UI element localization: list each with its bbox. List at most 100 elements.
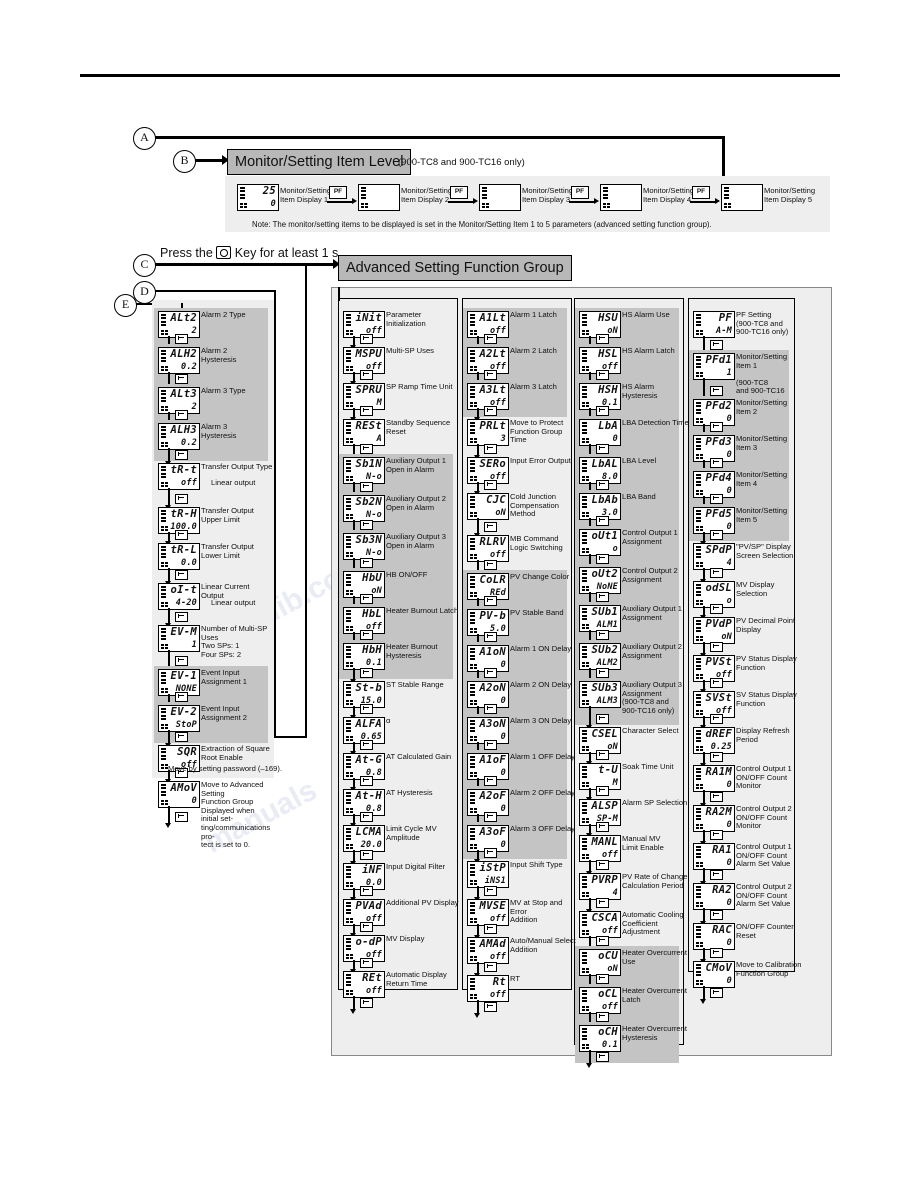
mode-key-icon[interactable] [596, 370, 609, 380]
mode-key-icon[interactable] [710, 642, 723, 652]
mode-key-icon[interactable] [710, 458, 723, 468]
mode-key-icon[interactable] [175, 374, 188, 384]
mode-key-icon[interactable] [484, 848, 497, 858]
mode-key-icon[interactable] [175, 334, 188, 344]
mode-key-icon[interactable] [484, 740, 497, 750]
mode-key-icon[interactable] [710, 792, 723, 802]
mode-key-icon[interactable] [710, 752, 723, 762]
mode-key-icon[interactable] [596, 898, 609, 908]
mode-key-icon[interactable] [360, 776, 373, 786]
mode-key-icon[interactable] [360, 594, 373, 604]
pf-key-button[interactable]: PF [692, 186, 710, 199]
mode-key-icon[interactable] [175, 612, 188, 622]
mode-key-icon[interactable] [360, 444, 373, 454]
mode-key-icon[interactable] [484, 812, 497, 822]
mode-key-icon[interactable] [484, 522, 497, 532]
flow-arrow [350, 706, 356, 720]
mode-key-icon[interactable] [596, 334, 609, 344]
mode-key-icon[interactable] [360, 740, 373, 750]
mode-key-icon[interactable] [360, 998, 373, 1008]
mode-key-icon[interactable] [710, 948, 723, 958]
pf-key-button[interactable]: PF [571, 186, 589, 199]
mode-key-icon[interactable] [596, 630, 609, 640]
mode-key-icon[interactable] [710, 910, 723, 920]
mode-key-icon[interactable] [175, 410, 188, 420]
mode-key-icon[interactable] [360, 922, 373, 932]
mode-key-icon[interactable] [596, 554, 609, 564]
mode-key-icon[interactable] [710, 422, 723, 432]
mode-key-icon[interactable] [175, 530, 188, 540]
mode-key-icon[interactable] [360, 886, 373, 896]
mode-key-icon[interactable] [484, 560, 497, 570]
mode-key-icon[interactable] [710, 678, 723, 688]
mode-key-icon[interactable] [710, 386, 723, 396]
mode-key-icon[interactable] [360, 704, 373, 714]
mode-key-icon[interactable] [484, 444, 497, 454]
mode-key-icon[interactable] [175, 656, 188, 666]
pf-key-button[interactable]: PF [450, 186, 468, 199]
mode-key-icon[interactable] [360, 520, 373, 530]
mode-key-icon[interactable] [596, 516, 609, 526]
mode-key-icon[interactable] [484, 1002, 497, 1012]
mode-key-icon[interactable] [360, 370, 373, 380]
mode-key-icon[interactable] [710, 568, 723, 578]
parameter-value: 0 [726, 897, 732, 908]
mode-key-icon[interactable] [175, 732, 188, 742]
mode-key-icon[interactable] [710, 494, 723, 504]
mode-key-icon[interactable] [360, 630, 373, 640]
mode-key-icon[interactable] [175, 692, 188, 702]
mode-key-icon[interactable] [596, 936, 609, 946]
mode-key-icon[interactable] [596, 786, 609, 796]
mode-key-icon[interactable] [596, 592, 609, 602]
mode-key-icon[interactable] [710, 530, 723, 540]
mode-key-icon[interactable] [484, 962, 497, 972]
mode-key-icon[interactable] [360, 558, 373, 568]
pf-key-button[interactable]: PF [329, 186, 347, 199]
mode-key-icon[interactable] [484, 776, 497, 786]
mode-key-icon[interactable] [484, 480, 497, 490]
mode-key-icon[interactable] [596, 1012, 609, 1022]
mode-key-icon[interactable] [596, 974, 609, 984]
mode-key-icon[interactable] [484, 668, 497, 678]
mode-key-icon[interactable] [710, 988, 723, 998]
mode-key-icon[interactable] [484, 370, 497, 380]
mode-key-icon[interactable] [484, 406, 497, 416]
mode-key-icon[interactable] [596, 750, 609, 760]
mode-key-icon[interactable] [484, 596, 497, 606]
mode-key-icon[interactable] [360, 850, 373, 860]
mode-key-icon[interactable] [484, 632, 497, 642]
mode-key-icon[interactable] [360, 334, 373, 344]
parameter-code: CSCA [591, 912, 618, 924]
mode-key-icon[interactable] [710, 714, 723, 724]
status-led-block [345, 700, 355, 706]
mode-key-icon[interactable] [596, 1052, 609, 1062]
mode-key-icon[interactable] [710, 870, 723, 880]
mode-key-icon[interactable] [596, 822, 609, 832]
mode-key-icon[interactable] [175, 494, 188, 504]
mode-key-icon[interactable] [175, 812, 188, 822]
mode-key-icon[interactable] [596, 444, 609, 454]
marker-a: A [133, 127, 156, 150]
parameter-code: AMoV [170, 782, 197, 794]
mode-key-icon[interactable] [710, 604, 723, 614]
mode-key-icon[interactable] [360, 482, 373, 492]
parameter-label: Alarm 3 Latch [510, 382, 557, 391]
mode-key-icon[interactable] [360, 958, 373, 968]
mode-key-icon[interactable] [596, 668, 609, 678]
mode-key-icon[interactable] [175, 450, 188, 460]
mode-key-icon[interactable] [710, 340, 723, 350]
mode-key-icon[interactable] [360, 406, 373, 416]
mode-key-icon[interactable] [596, 406, 609, 416]
mode-key-icon[interactable] [710, 830, 723, 840]
mode-key-icon[interactable] [484, 924, 497, 934]
mode-key-icon[interactable] [484, 886, 497, 896]
mode-key-icon[interactable] [484, 704, 497, 714]
mode-key-icon[interactable] [596, 480, 609, 490]
mode-key-icon[interactable] [596, 714, 609, 724]
mode-key-icon[interactable] [484, 334, 497, 344]
mode-key-icon[interactable] [175, 570, 188, 580]
mode-key-icon[interactable] [360, 668, 373, 678]
parameter-code: CJC [486, 494, 506, 506]
mode-key-icon[interactable] [360, 812, 373, 822]
mode-key-icon[interactable] [596, 860, 609, 870]
